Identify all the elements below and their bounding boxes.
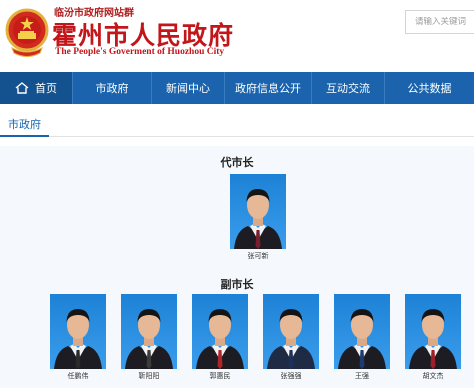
leader-card[interactable]: 胡文杰 bbox=[405, 294, 461, 381]
leader-card[interactable]: 王强 bbox=[334, 294, 390, 381]
nav-item-public-data[interactable]: 公共数据 bbox=[385, 72, 474, 104]
national-emblem-icon bbox=[5, 8, 49, 57]
leader-name[interactable]: 靳阳阳 bbox=[121, 371, 177, 381]
tab-government[interactable]: 市政府 bbox=[0, 113, 49, 137]
nav-item-info-disclosure[interactable]: 政府信息公开 bbox=[225, 72, 312, 104]
leader-photo[interactable] bbox=[405, 294, 461, 369]
nav-item-home[interactable]: 首页 bbox=[0, 72, 73, 104]
main-nav: 首页 市政府 新闻中心 政府信息公开 互动交流 公共数据 bbox=[0, 72, 474, 104]
leader-card[interactable]: 郭惠民 bbox=[192, 294, 248, 381]
leader-photo[interactable] bbox=[121, 294, 177, 369]
leader-name[interactable]: 张强强 bbox=[263, 371, 319, 381]
leader-photo[interactable] bbox=[334, 294, 390, 369]
page: 临汾市政府网站群 霍州市人民政府 The People's Goverment … bbox=[0, 0, 474, 388]
section-tab-bar: 市政府 bbox=[0, 113, 474, 137]
leader-card[interactable]: 靳阳阳 bbox=[121, 294, 177, 381]
leader-card[interactable]: 张可新 bbox=[230, 174, 286, 261]
leaders-panel: 代市长 张可新 副市长 任鹏伟 靳阳阳 郭惠民 张强强 王强 胡文杰 bbox=[0, 146, 474, 388]
leader-name[interactable]: 胡文杰 bbox=[405, 371, 461, 381]
leader-card[interactable]: 任鹏伟 bbox=[50, 294, 106, 381]
leader-photo[interactable] bbox=[230, 174, 286, 249]
nav-item-interaction[interactable]: 互动交流 bbox=[312, 72, 385, 104]
leader-name[interactable]: 张可新 bbox=[230, 251, 286, 261]
leader-card[interactable]: 张强强 bbox=[263, 294, 319, 381]
site-header: 临汾市政府网站群 霍州市人民政府 The People's Goverment … bbox=[0, 0, 474, 72]
home-icon bbox=[15, 82, 29, 94]
leader-name[interactable]: 郭惠民 bbox=[192, 371, 248, 381]
leader-name[interactable]: 王强 bbox=[334, 371, 390, 381]
search-box[interactable] bbox=[405, 10, 474, 34]
nav-item-label: 首页 bbox=[35, 82, 57, 95]
leader-photo[interactable] bbox=[192, 294, 248, 369]
leader-photo[interactable] bbox=[50, 294, 106, 369]
leader-photo[interactable] bbox=[263, 294, 319, 369]
leader-name[interactable]: 任鹏伟 bbox=[50, 371, 106, 381]
vice-mayors-heading: 副市长 bbox=[220, 278, 254, 291]
nav-item-government[interactable]: 市政府 bbox=[73, 72, 152, 104]
search-input[interactable] bbox=[415, 17, 474, 27]
site-subtitle: The People's Goverment of Huozhou City bbox=[55, 47, 225, 57]
acting-mayor-heading: 代市长 bbox=[220, 156, 254, 169]
nav-item-news-center[interactable]: 新闻中心 bbox=[152, 72, 225, 104]
